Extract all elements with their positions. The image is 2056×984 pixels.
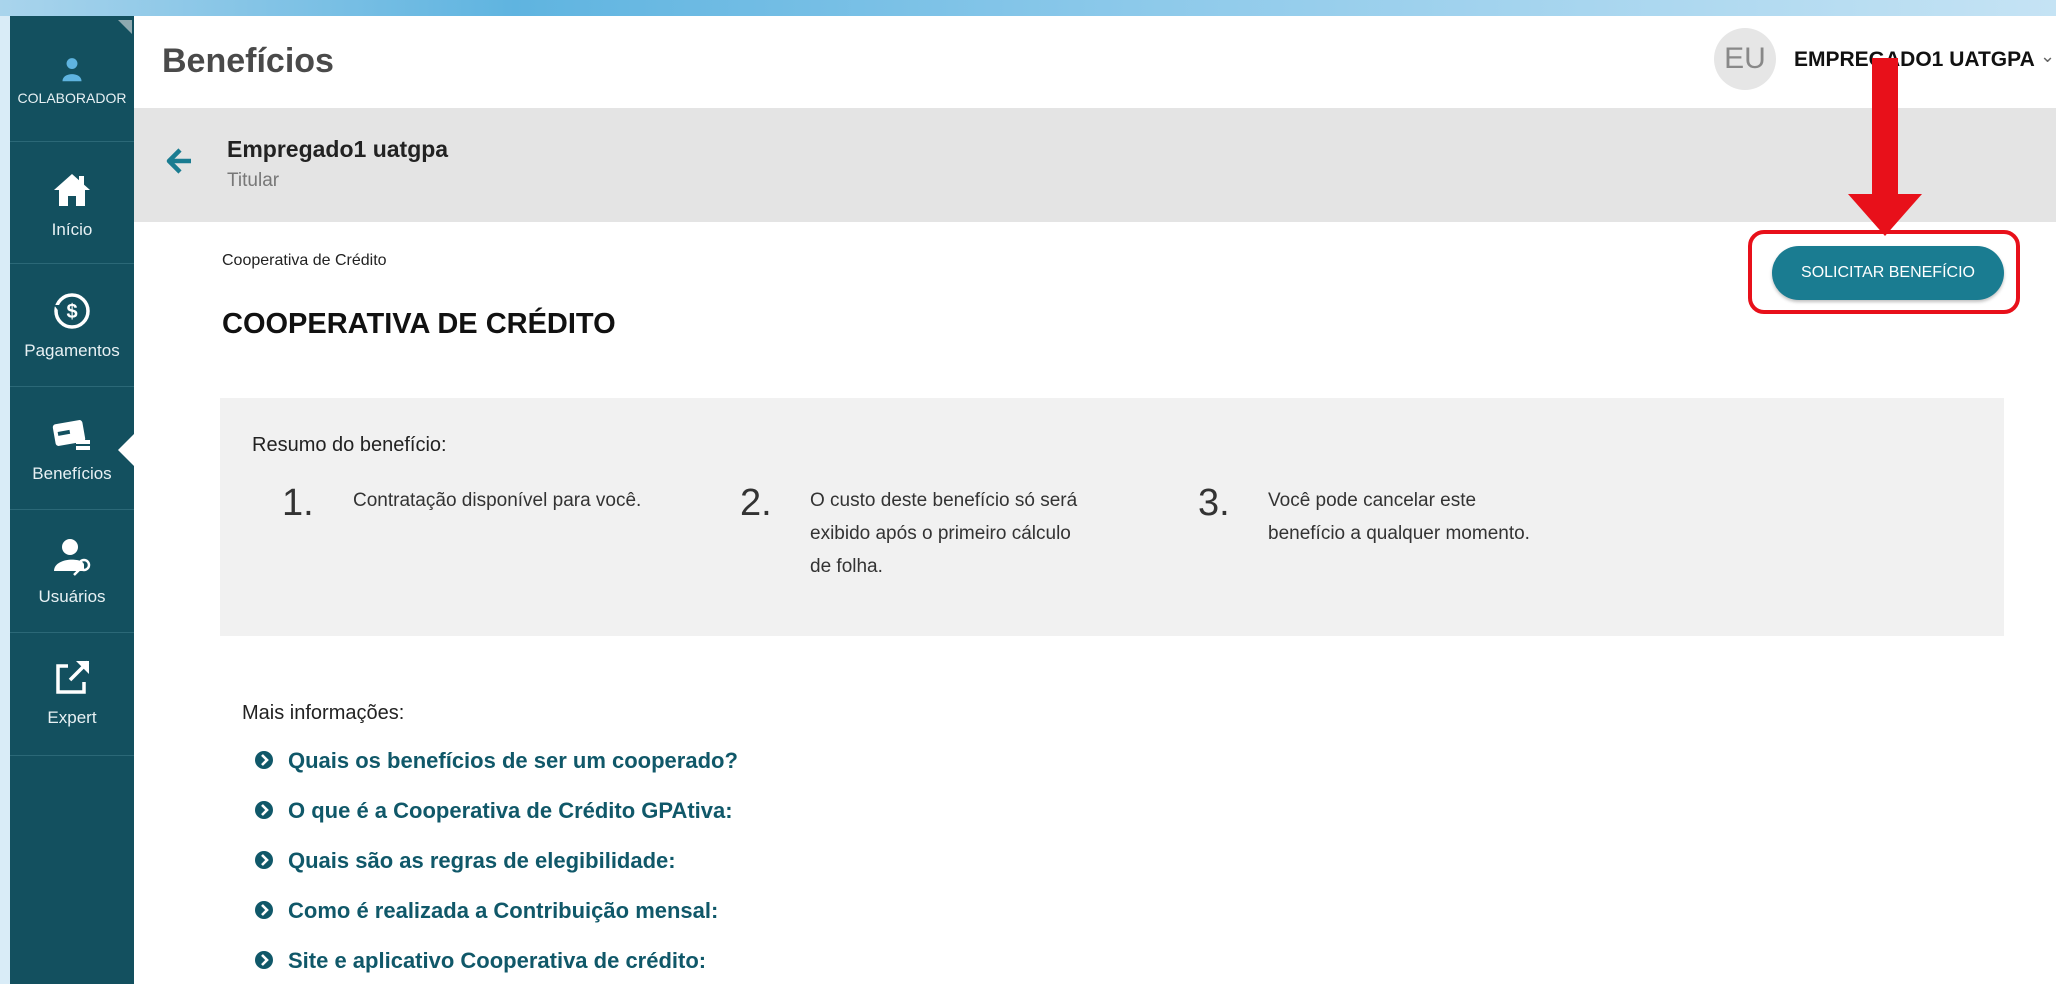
step-line: benefício a qualquer momento.	[1268, 523, 1530, 544]
sidebar-item-beneficios[interactable]: Benefícios	[10, 388, 134, 510]
sidebar-item-label: Benefícios	[32, 464, 112, 483]
chevron-down-icon[interactable]: ⌄	[2040, 46, 2055, 67]
employee-name: Empregado1 uatgpa	[227, 136, 449, 162]
info-link[interactable]: Como é realizada a Contribuição mensal:	[254, 898, 718, 930]
browser-top-strip	[0, 0, 2056, 16]
sidebar-item-label: Expert	[47, 708, 97, 727]
sidebar: COLABORADOR Início $ Pagamentos Benefíci…	[10, 16, 134, 984]
step-text: Contratação disponível para você.	[353, 484, 641, 517]
sidebar-item-usuarios[interactable]: Usuários	[10, 511, 134, 633]
info-link[interactable]: O que é a Cooperativa de Crédito GPAtiva…	[254, 798, 733, 830]
sidebar-item-label: Pagamentos	[24, 341, 120, 360]
home-icon	[54, 174, 90, 206]
left-edge	[0, 16, 10, 984]
breadcrumb: Cooperativa de Crédito	[222, 252, 387, 269]
employee-role: Titular	[227, 170, 280, 191]
info-link[interactable]: Quais são as regras de elegibilidade:	[254, 848, 676, 880]
sidebar-item-label: Usuários	[38, 587, 106, 606]
info-link-label: Site e aplicativo Cooperativa de crédito…	[288, 948, 707, 973]
dollar-cycle-icon: $	[54, 293, 90, 329]
step-line: Contratação disponível para você.	[353, 490, 642, 511]
active-indicator	[118, 434, 134, 466]
card-icon	[52, 420, 90, 450]
down-arrow-annotation-icon	[1848, 58, 1922, 236]
benefit-heading: COOPERATIVA DE CRÉDITO	[222, 308, 616, 340]
circle-chevron-right-icon	[255, 751, 273, 769]
info-link-label: Como é realizada a Contribuição mensal:	[288, 898, 719, 923]
sidebar-item-colaborador[interactable]: COLABORADOR	[10, 16, 134, 142]
sidebar-item-label: Início	[51, 220, 93, 239]
benefit-summary: Resumo do benefício: 1. Contratação disp…	[220, 398, 2004, 636]
info-link-label: O que é a Cooperativa de Crédito GPAtiva…	[288, 798, 733, 823]
circle-chevron-right-icon	[255, 951, 273, 969]
app-window: COLABORADOR Início $ Pagamentos Benefíci…	[0, 0, 2056, 984]
step-number: 1.	[282, 482, 314, 524]
step-line: Você pode cancelar este	[1268, 490, 1477, 511]
circle-chevron-right-icon	[255, 851, 273, 869]
sidebar-item-label: COLABORADOR	[17, 90, 127, 106]
user-key-icon	[54, 539, 91, 576]
sidebar-item-pagamentos[interactable]: $ Pagamentos	[10, 265, 134, 387]
step-line: exibido após o primeiro cálculo	[810, 523, 1071, 544]
employee-bar: Empregado1 uatgpa Titular	[134, 108, 2056, 222]
step-number: 2.	[740, 482, 772, 524]
info-link[interactable]: Quais os benefícios de ser um cooperado?	[254, 748, 738, 780]
step-number: 3.	[1198, 482, 1230, 524]
circle-chevron-right-icon	[255, 901, 273, 919]
page-header: Benefícios EU EMPREGADO1 UATGPA ⌄	[134, 16, 2056, 108]
svg-text:$: $	[66, 301, 77, 323]
info-link-label: Quais são as regras de elegibilidade:	[288, 848, 676, 873]
info-link[interactable]: Site e aplicativo Cooperativa de crédito…	[254, 948, 706, 980]
step-text: O custo deste benefício só será exibido …	[810, 484, 1077, 583]
page-title: Benefícios	[162, 42, 334, 80]
back-arrow-icon[interactable]	[164, 146, 194, 176]
highlight-box: SOLICITAR BENEFÍCIO	[1748, 230, 2020, 314]
request-benefit-button[interactable]: SOLICITAR BENEFÍCIO	[1772, 246, 2004, 300]
summary-title: Resumo do benefício:	[252, 434, 447, 456]
step-line: de folha.	[810, 556, 883, 577]
info-link-label: Quais os benefícios de ser um cooperado?	[288, 748, 738, 773]
user-icon	[62, 58, 82, 82]
step-line: O custo deste benefício só será	[810, 490, 1078, 511]
more-info-title: Mais informações:	[242, 702, 405, 724]
circle-chevron-right-icon	[255, 801, 273, 819]
sidebar-item-expert[interactable]: Expert	[10, 634, 134, 756]
step-text: Você pode cancelar este benefício a qual…	[1268, 484, 1530, 550]
sidebar-item-inicio[interactable]: Início	[10, 142, 134, 264]
external-link-icon	[56, 660, 90, 694]
avatar[interactable]: EU	[1714, 28, 1776, 90]
